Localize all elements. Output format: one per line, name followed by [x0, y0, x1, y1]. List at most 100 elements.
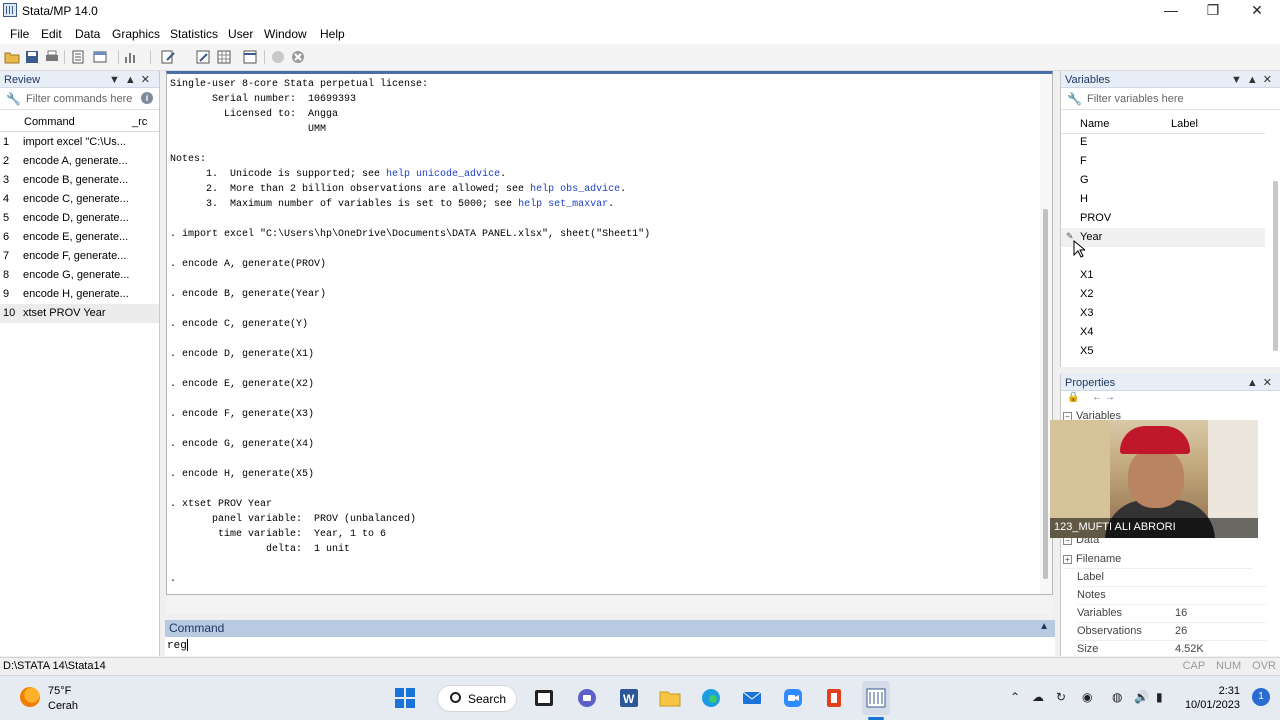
property-row: Label: [1077, 569, 1267, 587]
variable-row-hover[interactable]: ✎ Year: [1061, 228, 1265, 247]
svg-text:W: W: [623, 692, 635, 706]
task-view-icon[interactable]: [533, 687, 555, 709]
tray-sync-icon[interactable]: ↻: [1056, 690, 1066, 704]
command-input[interactable]: reg: [167, 639, 1047, 655]
review-col-command[interactable]: Command: [0, 112, 130, 132]
review-row[interactable]: 3 encode B, generate...: [0, 171, 159, 190]
person-cap: [1120, 426, 1190, 454]
open-folder-icon[interactable]: [4, 49, 20, 65]
forward-arrow-icon[interactable]: →: [1105, 392, 1115, 403]
print-icon[interactable]: [44, 49, 60, 65]
menu-bar: File Edit Data Graphics Statistics User …: [0, 22, 1280, 44]
data-editor-edit-icon[interactable]: [195, 49, 211, 65]
variable-row[interactable]: X4: [1061, 323, 1265, 342]
help-obs-advice-link[interactable]: help obs_advice: [530, 184, 620, 195]
variables-col-name[interactable]: Name: [1080, 118, 1109, 130]
battery-icon[interactable]: ▮: [1156, 690, 1163, 704]
menu-help[interactable]: Help: [320, 27, 345, 41]
maximize-button[interactable]: ❐: [1192, 0, 1234, 22]
menu-edit[interactable]: Edit: [41, 27, 62, 41]
wifi-icon[interactable]: ◍: [1112, 690, 1122, 704]
close-button[interactable]: ✕: [1236, 0, 1278, 22]
variables-manager-icon[interactable]: [242, 49, 258, 65]
log-icon[interactable]: [70, 49, 86, 65]
clock[interactable]: 2:31 10/01/2023: [1185, 684, 1240, 712]
do-file-editor-icon[interactable]: [160, 49, 176, 65]
wrench-icon[interactable]: 🔧: [6, 92, 21, 106]
review-filter-input[interactable]: Filter commands here: [26, 93, 132, 105]
help-set-maxvar-link[interactable]: help set_maxvar: [518, 199, 608, 210]
review-row[interactable]: 7 encode F, generate...: [0, 247, 159, 266]
save-icon[interactable]: [24, 49, 40, 65]
minimize-button[interactable]: —: [1150, 0, 1192, 22]
back-arrow-icon[interactable]: ←: [1092, 392, 1102, 403]
variables-filter-input[interactable]: Filter variables here: [1087, 93, 1184, 105]
menu-window[interactable]: Window: [264, 27, 307, 41]
lock-icon[interactable]: 🔒: [1067, 392, 1079, 403]
menu-statistics[interactable]: Statistics: [170, 27, 218, 41]
review-row[interactable]: 1 import excel "C:\Us...: [0, 133, 159, 152]
weather-sun-icon[interactable]: [20, 687, 40, 707]
review-filter[interactable]: 🔧 Filter commands here i: [0, 88, 159, 110]
variables-filter[interactable]: 🔧 Filter variables here: [1061, 88, 1280, 110]
windows-start-icon[interactable]: [394, 687, 416, 709]
menu-graphics[interactable]: Graphics: [112, 27, 160, 41]
review-row[interactable]: 5 encode D, generate...: [0, 209, 159, 228]
tray-cloud-icon[interactable]: ☁: [1032, 690, 1044, 704]
file-explorer-icon[interactable]: [659, 687, 681, 709]
mail-icon[interactable]: [741, 687, 763, 709]
variable-row[interactable]: X5: [1061, 342, 1265, 361]
variables-header-controls[interactable]: ▼▲✕: [1231, 73, 1277, 86]
variable-row[interactable]: [1061, 247, 1265, 266]
office-icon[interactable]: [823, 687, 845, 709]
review-row[interactable]: 6 encode E, generate...: [0, 228, 159, 247]
review-row[interactable]: 9 encode H, generate...: [0, 285, 159, 304]
stata-taskbar-icon[interactable]: [865, 687, 887, 709]
variables-col-label[interactable]: Label: [1171, 118, 1198, 130]
more-icon[interactable]: [270, 49, 286, 65]
microphone-icon[interactable]: ◉: [1082, 690, 1092, 704]
review-row[interactable]: 4 encode C, generate...: [0, 190, 159, 209]
edge-browser-icon[interactable]: [700, 687, 722, 709]
notification-badge[interactable]: 1: [1252, 688, 1270, 706]
variable-row[interactable]: PROV: [1061, 209, 1265, 228]
menu-data[interactable]: Data: [75, 27, 100, 41]
variable-row[interactable]: F: [1061, 152, 1265, 171]
variable-row[interactable]: G: [1061, 171, 1265, 190]
help-unicode-advice-link[interactable]: help unicode_advice: [386, 169, 500, 180]
review-col-rc[interactable]: _rc: [130, 112, 159, 132]
review-row-selected[interactable]: 10 xtset PROV Year: [0, 304, 159, 323]
weather-temperature[interactable]: 75°F: [48, 685, 71, 697]
menu-file[interactable]: File: [10, 27, 29, 41]
info-icon[interactable]: i: [141, 92, 153, 104]
properties-tools: 🔒 ← →: [1067, 392, 1115, 403]
data-editor-browse-icon[interactable]: [216, 49, 232, 65]
viewer-icon[interactable]: [92, 49, 108, 65]
variable-row[interactable]: X1: [1061, 266, 1265, 285]
properties-header-controls[interactable]: ▲✕: [1247, 376, 1277, 389]
webcam-participant-name: 123_MUFTI ALI ABRORI: [1050, 518, 1258, 538]
variables-scrollbar[interactable]: [1273, 181, 1278, 351]
variable-row[interactable]: X2: [1061, 285, 1265, 304]
teams-chat-icon[interactable]: [576, 687, 598, 709]
break-icon[interactable]: [290, 49, 306, 65]
keyboard-status: CAP NUM OVR: [1182, 660, 1276, 672]
variable-row[interactable]: X3: [1061, 304, 1265, 323]
variable-row[interactable]: E: [1061, 133, 1265, 152]
review-header-controls[interactable]: ▼▲✕: [109, 73, 155, 86]
zoom-icon[interactable]: [782, 687, 804, 709]
results-scroll-thumb[interactable]: [1043, 209, 1048, 579]
graph-icon[interactable]: [122, 49, 138, 65]
variable-row[interactable]: H: [1061, 190, 1265, 209]
results-window[interactable]: Single-user 8-core Stata perpetual licen…: [166, 71, 1053, 595]
review-row[interactable]: 2 encode A, generate...: [0, 152, 159, 171]
weather-description[interactable]: Cerah: [48, 700, 78, 712]
taskbar-search[interactable]: Search: [437, 685, 517, 712]
wrench-icon[interactable]: 🔧: [1067, 92, 1082, 106]
volume-icon[interactable]: 🔊: [1134, 690, 1149, 704]
pin-icon[interactable]: ▲: [1039, 621, 1049, 632]
review-row[interactable]: 8 encode G, generate...: [0, 266, 159, 285]
menu-user[interactable]: User: [228, 27, 253, 41]
tray-overflow-icon[interactable]: ⌃: [1010, 690, 1020, 704]
word-icon[interactable]: W: [618, 687, 640, 709]
